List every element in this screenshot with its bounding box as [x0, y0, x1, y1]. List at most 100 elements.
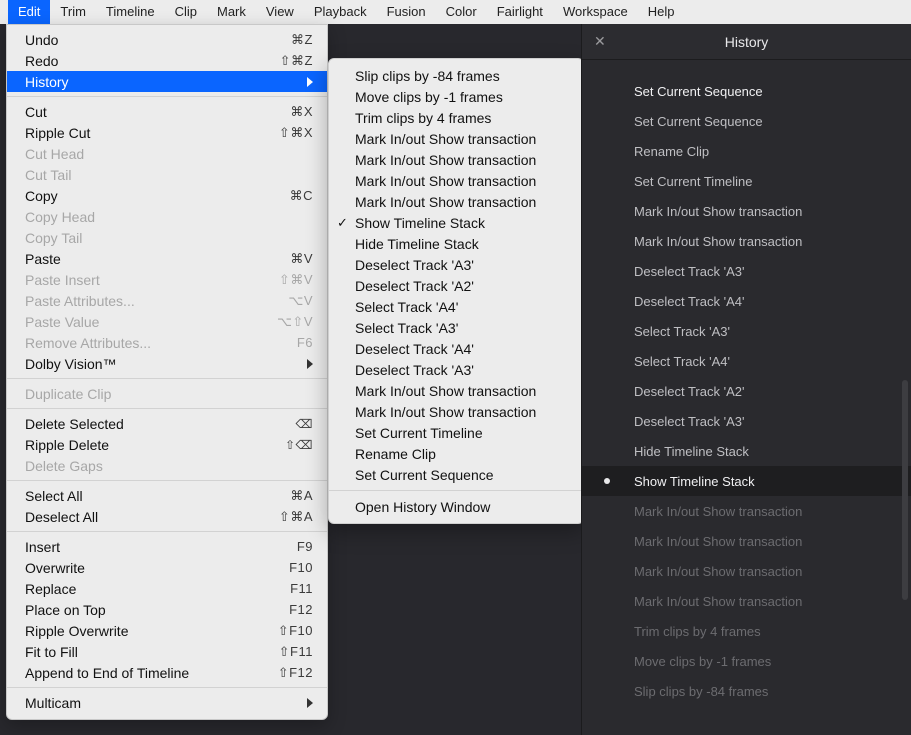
history-item[interactable]: Move clips by -1 frames	[329, 86, 583, 107]
history-item-label: Mark In/out Show transaction	[355, 383, 536, 399]
history-item[interactable]: Deselect Track 'A2'	[329, 275, 583, 296]
menu-help[interactable]: Help	[638, 0, 685, 24]
menu-playback[interactable]: Playback	[304, 0, 377, 24]
menu-color[interactable]: Color	[436, 0, 487, 24]
history-panel-item-label: Select Track 'A4'	[634, 354, 730, 369]
menu-trim[interactable]: Trim	[50, 0, 96, 24]
history-item[interactable]: Hide Timeline Stack	[329, 233, 583, 254]
history-panel-item[interactable]: Mark In/out Show transaction	[582, 556, 911, 586]
history-panel-item[interactable]: Mark In/out Show transaction	[582, 196, 911, 226]
history-panel-item-label: Mark In/out Show transaction	[634, 534, 802, 549]
menu-item-select-all[interactable]: Select All⌘A	[7, 485, 327, 506]
menu-item-place-on-top[interactable]: Place on TopF12	[7, 599, 327, 620]
history-item[interactable]: Deselect Track 'A3'	[329, 359, 583, 380]
menu-clip[interactable]: Clip	[165, 0, 207, 24]
menu-shortcut: ⌥V	[288, 293, 313, 309]
history-item[interactable]: Mark In/out Show transaction	[329, 170, 583, 191]
history-panel-item[interactable]: Move clips by -1 frames	[582, 646, 911, 676]
menu-item-fit-to-fill[interactable]: Fit to Fill⇧F11	[7, 641, 327, 662]
history-item[interactable]: Mark In/out Show transaction	[329, 380, 583, 401]
close-icon[interactable]: ✕	[594, 33, 606, 50]
history-item[interactable]: Deselect Track 'A3'	[329, 254, 583, 275]
history-item[interactable]: Trim clips by 4 frames	[329, 107, 583, 128]
history-item-label: Trim clips by 4 frames	[355, 110, 491, 126]
menu-item-label: Copy Tail	[25, 230, 313, 246]
chevron-right-icon	[307, 359, 313, 369]
menu-item-redo[interactable]: Redo⇧⌘Z	[7, 50, 327, 71]
menu-shortcut: F9	[297, 539, 313, 554]
menu-item-append-to-end-of-timeline[interactable]: Append to End of Timeline⇧F12	[7, 662, 327, 683]
menu-item-history[interactable]: History	[7, 71, 327, 92]
scrollbar-thumb[interactable]	[902, 380, 908, 600]
history-panel-item-label: Slip clips by -84 frames	[634, 684, 768, 699]
history-panel-item[interactable]: Hide Timeline Stack	[582, 436, 911, 466]
menu-fairlight[interactable]: Fairlight	[487, 0, 553, 24]
menu-item-label: Paste Value	[25, 314, 277, 330]
history-item[interactable]: Set Current Sequence	[329, 464, 583, 485]
menu-separator	[7, 378, 327, 379]
menu-item-deselect-all[interactable]: Deselect All⇧⌘A	[7, 506, 327, 527]
history-item[interactable]: Select Track 'A3'	[329, 317, 583, 338]
menu-item-insert[interactable]: InsertF9	[7, 536, 327, 557]
history-panel-item[interactable]: Select Track 'A4'	[582, 346, 911, 376]
menu-item-duplicate-clip: Duplicate Clip	[7, 383, 327, 404]
history-item[interactable]: Deselect Track 'A4'	[329, 338, 583, 359]
menu-item-dolby-vision[interactable]: Dolby Vision™	[7, 353, 327, 374]
check-icon: ✓	[337, 215, 348, 231]
history-item[interactable]: Slip clips by -84 frames	[329, 65, 583, 86]
history-panel-item[interactable]: Mark In/out Show transaction	[582, 226, 911, 256]
menu-separator	[7, 480, 327, 481]
history-panel-item-label: Mark In/out Show transaction	[634, 204, 802, 219]
history-panel-item[interactable]: Deselect Track 'A3'	[582, 256, 911, 286]
history-item[interactable]: Set Current Timeline	[329, 422, 583, 443]
history-panel-item[interactable]: Set Current Timeline	[582, 166, 911, 196]
menu-item-ripple-overwrite[interactable]: Ripple Overwrite⇧F10	[7, 620, 327, 641]
menu-item-ripple-cut[interactable]: Ripple Cut⇧⌘X	[7, 122, 327, 143]
history-panel-item[interactable]: Set Current Sequence	[582, 106, 911, 136]
menu-item-paste[interactable]: Paste⌘V	[7, 248, 327, 269]
menu-shortcut: ⇧F10	[278, 623, 313, 639]
menu-item-overwrite[interactable]: OverwriteF10	[7, 557, 327, 578]
menu-workspace[interactable]: Workspace	[553, 0, 638, 24]
history-panel-item[interactable]: Deselect Track 'A2'	[582, 376, 911, 406]
history-item[interactable]: Select Track 'A4'	[329, 296, 583, 317]
history-item-label: Mark In/out Show transaction	[355, 131, 536, 147]
history-item[interactable]: ✓Show Timeline Stack	[329, 212, 583, 233]
history-item[interactable]: Mark In/out Show transaction	[329, 191, 583, 212]
history-panel-item[interactable]: Set Current Sequence	[582, 76, 911, 106]
history-item[interactable]: Mark In/out Show transaction	[329, 128, 583, 149]
menu-item-delete-selected[interactable]: Delete Selected⌫	[7, 413, 327, 434]
menu-view[interactable]: View	[256, 0, 304, 24]
history-panel-item[interactable]: Mark In/out Show transaction	[582, 586, 911, 616]
history-item[interactable]: Rename Clip	[329, 443, 583, 464]
menu-item-copy[interactable]: Copy⌘C	[7, 185, 327, 206]
history-panel-item[interactable]: Trim clips by 4 frames	[582, 616, 911, 646]
menu-timeline[interactable]: Timeline	[96, 0, 165, 24]
history-item[interactable]: Mark In/out Show transaction	[329, 401, 583, 422]
history-panel-item[interactable]: Show Timeline Stack	[582, 466, 911, 496]
history-panel-item[interactable]: Slip clips by -84 frames	[582, 676, 911, 706]
history-panel-item[interactable]: Deselect Track 'A4'	[582, 286, 911, 316]
menu-shortcut: ⇧⌘A	[279, 509, 313, 525]
history-panel-item[interactable]: Select Track 'A3'	[582, 316, 911, 346]
history-panel-item-label: Mark In/out Show transaction	[634, 594, 802, 609]
menu-shortcut: ⌘Z	[291, 32, 313, 48]
history-item-label: Deselect Track 'A3'	[355, 257, 474, 273]
open-history-window[interactable]: Open History Window	[329, 496, 583, 517]
menu-mark[interactable]: Mark	[207, 0, 256, 24]
menu-item-undo[interactable]: Undo⌘Z	[7, 29, 327, 50]
history-item[interactable]: Mark In/out Show transaction	[329, 149, 583, 170]
menu-item-multicam[interactable]: Multicam	[7, 692, 327, 713]
history-panel-item[interactable]: Mark In/out Show transaction	[582, 526, 911, 556]
menu-fusion[interactable]: Fusion	[377, 0, 436, 24]
menu-edit[interactable]: Edit	[8, 0, 50, 24]
menu-item-label: Copy	[25, 188, 290, 204]
menu-item-ripple-delete[interactable]: Ripple Delete⇧⌫	[7, 434, 327, 455]
history-panel-item-label: Deselect Track 'A3'	[634, 264, 744, 279]
menu-item-label: Ripple Cut	[25, 125, 279, 141]
menu-item-cut[interactable]: Cut⌘X	[7, 101, 327, 122]
history-panel-item[interactable]: Rename Clip	[582, 136, 911, 166]
history-panel-item[interactable]: Mark In/out Show transaction	[582, 496, 911, 526]
menu-item-replace[interactable]: ReplaceF11	[7, 578, 327, 599]
history-panel-item[interactable]: Deselect Track 'A3'	[582, 406, 911, 436]
